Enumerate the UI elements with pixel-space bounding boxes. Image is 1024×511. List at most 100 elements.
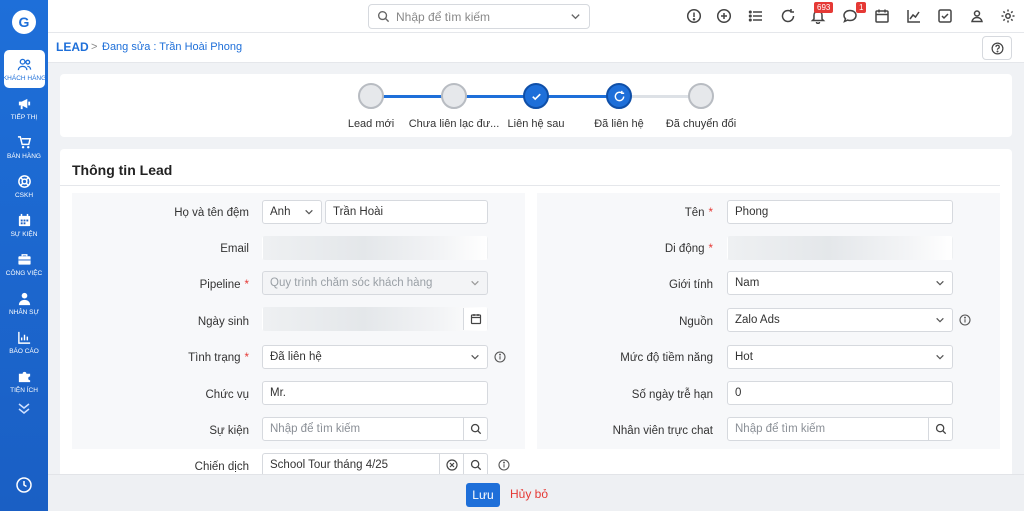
step-label: Liên hệ sau xyxy=(507,118,565,130)
mobile-input[interactable] xyxy=(727,236,953,260)
email-input[interactable] xyxy=(262,236,488,260)
plus-circle-icon[interactable] xyxy=(716,8,732,24)
notification-badge: 693 xyxy=(814,2,834,13)
sidebar-item-customers[interactable]: Khách hàng xyxy=(2,50,47,88)
sidebar-item-label: CSKH xyxy=(14,191,34,199)
puzzle-icon xyxy=(18,371,30,382)
calendar-icon xyxy=(18,213,30,226)
campaign-search-button[interactable] xyxy=(463,454,487,476)
sidebar-item-label: Báo cáo xyxy=(9,347,39,355)
check-icon xyxy=(531,93,541,100)
event-label: Sự kiện xyxy=(209,425,249,437)
birthday-input[interactable] xyxy=(262,307,488,331)
sidebar-item-label: Khách hàng xyxy=(2,74,47,82)
potential-select[interactable]: Hot xyxy=(727,345,953,369)
event-search-button[interactable] xyxy=(463,418,487,440)
step-chua-lien-lac[interactable] xyxy=(441,83,467,109)
source-value: Zalo Ads xyxy=(735,314,780,326)
first-name-label: Tên * xyxy=(684,207,713,219)
search-icon xyxy=(377,10,390,23)
overdue-days-value: 0 xyxy=(735,387,742,399)
sidebar-item-cskh[interactable]: CSKH xyxy=(0,167,48,205)
info-icon[interactable] xyxy=(494,351,506,363)
pipeline-label: Pipeline * xyxy=(199,279,249,291)
sidebar-item-tasks[interactable]: Công việc xyxy=(0,245,48,283)
status-stepper: Lead mới Chưa liên lạc đư... Liên hệ sau… xyxy=(60,74,1012,137)
breadcrumb-root-link[interactable]: LEAD xyxy=(56,40,89,54)
chat-staff-search-input[interactable]: Nhập để tìm kiếm xyxy=(727,417,953,441)
info-icon[interactable] xyxy=(498,459,510,471)
status-select[interactable]: Đã liên hệ xyxy=(262,345,488,369)
breadcrumb-separator: > xyxy=(91,41,98,53)
chat-staff-placeholder: Nhập để tìm kiếm xyxy=(735,423,826,435)
clear-icon xyxy=(445,459,458,471)
sidebar-item-events[interactable]: Sự kiện xyxy=(0,206,48,244)
status-label: Tình trạng * xyxy=(188,352,249,364)
line-chart-icon[interactable] xyxy=(906,8,922,24)
user-icon[interactable] xyxy=(969,8,985,24)
chevrons-down-icon[interactable] xyxy=(16,402,32,416)
sidebar-item-label: Nhân sự xyxy=(8,308,40,316)
gender-select[interactable]: Nam xyxy=(727,271,953,295)
gender-label: Giới tính xyxy=(669,279,713,291)
chevron-down-icon xyxy=(471,354,479,360)
salutation-select[interactable]: Anh xyxy=(262,200,322,224)
first-name-input[interactable]: Phong xyxy=(727,200,953,224)
sidebar-item-reports[interactable]: Báo cáo xyxy=(0,323,48,361)
sidebar-item-sales[interactable]: Bán hàng xyxy=(0,128,48,166)
overdue-days-input[interactable]: 0 xyxy=(727,381,953,405)
sidebar-item-marketing[interactable]: Tiếp thị xyxy=(0,89,48,127)
chat-staff-search-button[interactable] xyxy=(928,418,952,440)
cancel-button[interactable]: Hủy bỏ xyxy=(510,487,548,501)
sidebar-item-hr[interactable]: Nhân sự xyxy=(0,284,48,322)
event-placeholder: Nhập để tìm kiếm xyxy=(270,423,361,435)
middle-name-value: Trần Hoài xyxy=(333,206,384,218)
search-icon xyxy=(935,423,946,435)
search-icon xyxy=(470,423,481,435)
alert-circle-icon[interactable] xyxy=(686,8,702,24)
date-picker-button[interactable] xyxy=(463,308,487,330)
sidebar-item-utilities[interactable]: Tiện ích xyxy=(0,362,48,400)
info-icon[interactable] xyxy=(959,314,971,326)
sidebar-item-label: Sự kiện xyxy=(10,230,38,238)
event-search-input[interactable]: Nhập để tìm kiếm xyxy=(262,417,488,441)
mobile-label: Di động * xyxy=(664,243,713,255)
status-value: Đã liên hệ xyxy=(270,351,322,363)
megaphone-icon xyxy=(18,98,30,109)
checkbox-icon[interactable] xyxy=(937,8,953,24)
step-da-chuyen-doi[interactable] xyxy=(688,83,714,109)
list-icon[interactable] xyxy=(748,8,764,24)
position-input[interactable]: Mr. xyxy=(262,381,488,405)
campaign-clear-button[interactable] xyxy=(439,454,463,476)
clock-icon[interactable] xyxy=(15,476,33,494)
chevron-down-icon xyxy=(305,209,313,215)
sidebar-item-label: Bán hàng xyxy=(7,152,41,160)
source-select[interactable]: Zalo Ads xyxy=(727,308,953,332)
step-da-lien-he[interactable] xyxy=(606,83,632,109)
position-label: Chức vụ xyxy=(205,389,250,401)
sidebar: G Khách hàng Tiếp thị Bán hàng CSKH Sự k… xyxy=(0,0,48,511)
gear-icon[interactable] xyxy=(1000,8,1016,24)
app-logo-icon[interactable]: G xyxy=(12,10,36,34)
source-label: Nguồn xyxy=(679,316,713,328)
middle-name-input[interactable]: Trần Hoài xyxy=(325,200,488,224)
birthday-label: Ngày sinh xyxy=(197,316,249,328)
campaign-value: School Tour tháng 4/25 xyxy=(270,459,389,471)
chevron-down-icon xyxy=(571,14,580,20)
chat-staff-label: Nhân viên trực chat xyxy=(612,425,713,437)
sidebar-item-label: Tiện ích xyxy=(10,386,38,394)
briefcase-icon xyxy=(17,253,31,265)
gender-value: Nam xyxy=(735,277,760,289)
help-button[interactable] xyxy=(982,36,1012,60)
salutation-value: Anh xyxy=(270,206,291,218)
step-label: Đã liên hệ xyxy=(594,118,644,130)
step-lien-he-sau[interactable] xyxy=(523,83,549,109)
chevron-down-icon xyxy=(471,280,479,286)
calendar-icon[interactable] xyxy=(874,8,890,24)
step-lead-moi[interactable] xyxy=(358,83,384,109)
step-label: Đã chuyển đổi xyxy=(665,118,737,130)
refresh-icon[interactable] xyxy=(780,8,796,24)
global-search-input[interactable]: Nhập để tìm kiếm xyxy=(368,4,590,29)
save-button[interactable]: Lưu xyxy=(466,483,500,507)
email-label: Email xyxy=(220,243,249,255)
